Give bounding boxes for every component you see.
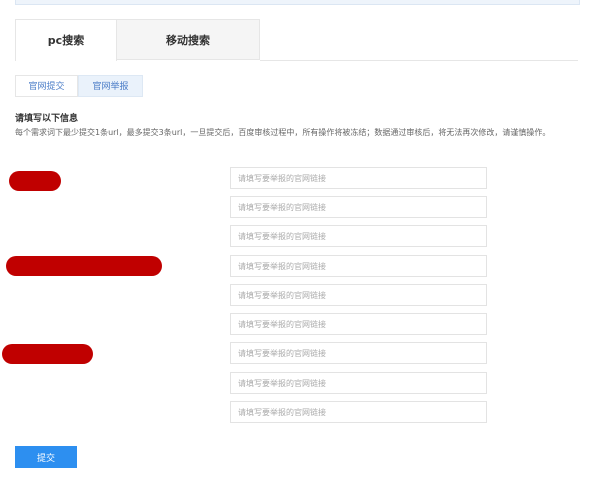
tab-divider: [260, 60, 578, 61]
tab-pc-search[interactable]: pc搜索: [15, 19, 117, 61]
url-input[interactable]: [230, 225, 487, 247]
url-input[interactable]: [230, 342, 487, 364]
url-input[interactable]: [230, 313, 487, 335]
form-heading: 请填写以下信息: [15, 114, 79, 124]
subtab-site-submit[interactable]: 官网提交: [15, 75, 78, 97]
url-input[interactable]: [230, 196, 487, 218]
url-input[interactable]: [230, 167, 487, 189]
form-description: 每个需求词下最少提交1条url，最多提交3条url，一旦提交后，百度审核过程中，…: [15, 128, 551, 137]
url-input[interactable]: [230, 372, 487, 394]
url-input[interactable]: [230, 401, 487, 423]
url-input[interactable]: [230, 255, 487, 277]
redacted-label: [6, 256, 162, 276]
redacted-label: [2, 344, 93, 364]
subtab-site-report[interactable]: 官网举报: [78, 75, 143, 97]
info-banner: [15, 0, 580, 5]
url-input[interactable]: [230, 284, 487, 306]
redacted-label: [9, 171, 61, 191]
tab-mobile-search[interactable]: 移动搜索: [117, 19, 260, 60]
submit-button[interactable]: 提交: [15, 446, 77, 468]
